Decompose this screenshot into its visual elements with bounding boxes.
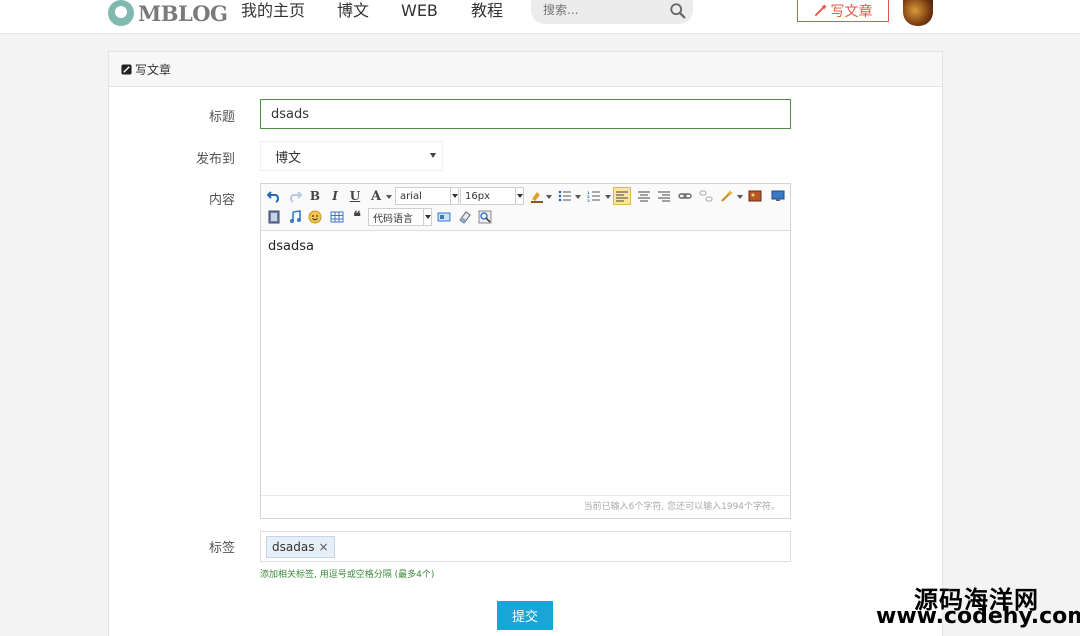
align-left-icon[interactable] xyxy=(613,187,631,205)
tag-chip: dsadas × xyxy=(266,536,335,558)
logo-icon xyxy=(108,0,134,26)
tags-input[interactable]: dsadas × xyxy=(260,531,791,562)
chevron-down-icon xyxy=(450,188,458,204)
font-family-value: arial xyxy=(400,190,422,202)
code-language-value: 代码语言 xyxy=(373,213,413,225)
editor-content[interactable]: dsadsa xyxy=(268,239,314,254)
numbered-list-dropdown-icon[interactable] xyxy=(605,195,611,199)
nav-link-home[interactable]: 我的主页 xyxy=(241,0,305,22)
chevron-down-icon xyxy=(430,153,436,158)
bullet-list-dropdown-icon[interactable] xyxy=(575,195,581,199)
emoji-icon[interactable] xyxy=(307,209,323,225)
close-icon[interactable]: × xyxy=(318,540,328,554)
title-label: 标题 xyxy=(208,110,235,125)
publish-select[interactable]: 博文 xyxy=(260,141,443,171)
search-box xyxy=(531,0,693,24)
card-header: 写文章 xyxy=(109,52,942,87)
magic-wand-icon xyxy=(814,4,827,17)
nav-link-tutorials[interactable]: 教程 xyxy=(471,0,503,22)
watermark-url: www.codehy.com xyxy=(876,604,1080,629)
tags-label: 标签 xyxy=(208,541,235,556)
link-icon[interactable] xyxy=(677,188,693,204)
highlight-icon[interactable] xyxy=(529,188,545,204)
submit-button[interactable]: 提交 xyxy=(497,601,553,630)
write-article-label: 写文章 xyxy=(830,3,873,20)
video-icon[interactable] xyxy=(266,209,282,225)
preview-icon[interactable] xyxy=(477,209,493,225)
tags-help-text: 添加相关标签, 用逗号或空格分隔 (最多4个) xyxy=(260,570,435,580)
search-icon[interactable] xyxy=(669,2,687,20)
publish-select-value: 博文 xyxy=(275,150,302,166)
logo-text: MBLOG xyxy=(138,0,228,26)
top-navbar: MBLOG 我的主页 博文 WEB 教程 写文章 xyxy=(0,0,1080,34)
italic-icon[interactable]: I xyxy=(327,188,343,204)
numbered-list-icon[interactable]: 123 xyxy=(586,188,602,204)
template-icon[interactable] xyxy=(436,209,452,225)
watermark: 源码海洋网 www.codehy.com xyxy=(870,580,1080,636)
font-color-dropdown-icon[interactable] xyxy=(386,195,392,199)
code-language-select[interactable]: 代码语言 xyxy=(368,208,432,226)
font-size-select[interactable]: 16px xyxy=(460,187,524,205)
align-right-icon[interactable] xyxy=(656,188,672,204)
tag-chip-label: dsadas xyxy=(272,540,315,554)
align-center-icon[interactable] xyxy=(636,188,652,204)
music-icon[interactable] xyxy=(287,209,303,225)
font-size-value: 16px xyxy=(465,190,490,202)
edit-icon xyxy=(121,63,132,75)
bullet-list-icon[interactable] xyxy=(557,188,573,204)
font-color-icon[interactable]: A xyxy=(368,188,384,204)
font-family-select[interactable]: arial xyxy=(395,187,459,205)
image-icon[interactable] xyxy=(747,188,763,204)
editor-char-count: 当前已输入6个字符, 您还可以输入1994个字符。 xyxy=(261,495,790,518)
nav-link-web[interactable]: WEB xyxy=(401,0,438,22)
write-article-button[interactable]: 写文章 xyxy=(797,0,889,22)
highlight-dropdown-icon[interactable] xyxy=(546,195,552,199)
editor-toolbar: B I U A arial 16px 123 ❝ 代码语言 xyxy=(261,184,790,231)
underline-icon[interactable]: U xyxy=(347,188,363,204)
avatar[interactable] xyxy=(903,0,933,26)
search-input[interactable] xyxy=(543,3,663,17)
publish-label: 发布到 xyxy=(195,152,235,167)
quote-icon[interactable]: ❝ xyxy=(349,209,365,225)
undo-icon[interactable] xyxy=(266,188,282,204)
screen-icon[interactable] xyxy=(770,188,786,204)
unlink-icon[interactable] xyxy=(698,188,714,204)
magic-wand-dropdown-icon[interactable] xyxy=(737,195,743,199)
rich-text-editor: B I U A arial 16px 123 ❝ 代码语言 dsadsa 当前已… xyxy=(260,183,791,519)
chevron-down-icon xyxy=(423,209,431,225)
card-title: 写文章 xyxy=(135,62,172,77)
table-icon[interactable] xyxy=(329,209,345,225)
redo-icon[interactable] xyxy=(287,188,303,204)
content-label: 内容 xyxy=(208,193,235,208)
magic-wand-icon[interactable] xyxy=(719,188,735,204)
nav-link-posts[interactable]: 博文 xyxy=(337,0,369,22)
svg-text:3: 3 xyxy=(587,198,590,203)
chevron-down-icon xyxy=(515,188,523,204)
eraser-icon[interactable] xyxy=(457,209,473,225)
site-logo[interactable]: MBLOG xyxy=(108,0,228,26)
title-input[interactable] xyxy=(260,99,791,129)
bold-icon[interactable]: B xyxy=(307,188,323,204)
write-article-card: 写文章 标题 发布到 博文 内容 B I U A arial xyxy=(108,51,943,636)
